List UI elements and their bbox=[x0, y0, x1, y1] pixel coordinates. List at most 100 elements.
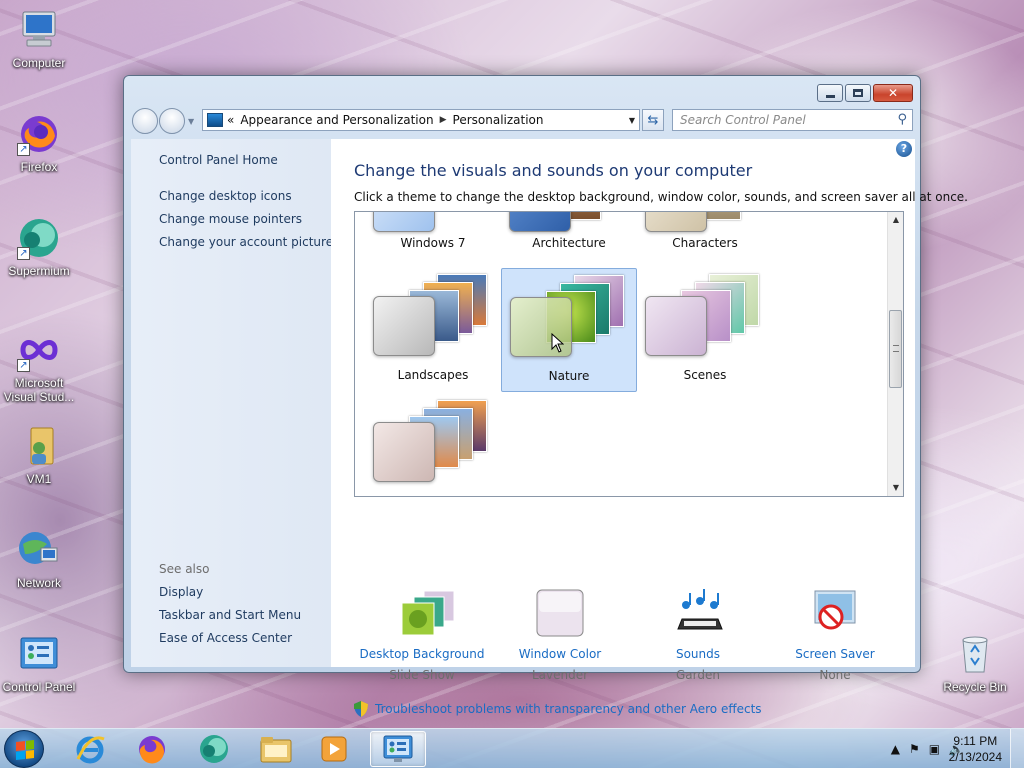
recent-pages-dropdown[interactable]: ▼ bbox=[188, 117, 194, 126]
window-color-swatch bbox=[645, 212, 707, 232]
screen-saver-icon bbox=[811, 589, 859, 637]
window-color-link[interactable]: Window Color bbox=[492, 647, 628, 661]
desktop-icon-computer[interactable]: Computer bbox=[0, 8, 78, 70]
theme-scenes[interactable]: Scenes bbox=[637, 268, 773, 392]
desktop-icon-firefox[interactable]: ↗ Firefox bbox=[0, 112, 78, 174]
theme-preview bbox=[365, 268, 501, 368]
desktop-background-value: Slide Show bbox=[389, 668, 455, 682]
control-panel-icon bbox=[207, 113, 223, 127]
troubleshoot-aero-link[interactable]: Troubleshoot problems with transparency … bbox=[354, 701, 762, 717]
desktop-icon-control-panel[interactable]: Control Panel bbox=[0, 632, 78, 694]
folder-icon bbox=[260, 737, 292, 763]
desktop-icon-network[interactable]: Network bbox=[0, 528, 78, 590]
taskbar-media-player[interactable] bbox=[306, 731, 362, 767]
window-color-swatch bbox=[373, 422, 435, 482]
desktop-icon-supermium[interactable]: ↗ Supermium bbox=[0, 216, 78, 278]
control-panel-icon bbox=[17, 632, 61, 676]
desktop-background-link[interactable]: Desktop Background bbox=[354, 647, 490, 661]
change-mouse-pointers-link[interactable]: Change mouse pointers bbox=[159, 212, 302, 226]
desktop-icon-label: Recycle Bin bbox=[943, 680, 1007, 694]
windows-logo-icon bbox=[16, 740, 34, 760]
desktop-icon-recycle-bin[interactable]: Recycle Bin bbox=[936, 632, 1014, 694]
theme-label: Nature bbox=[548, 369, 590, 383]
address-dropdown-icon[interactable]: ▼ bbox=[629, 116, 635, 125]
breadcrumb-appearance[interactable]: Appearance and Personalization bbox=[234, 113, 439, 127]
minimize-button[interactable] bbox=[817, 84, 843, 102]
clock-date: 2/13/2024 bbox=[948, 750, 1002, 764]
close-icon: ✕ bbox=[887, 86, 899, 100]
scroll-thumb[interactable] bbox=[889, 310, 902, 388]
firefox-icon bbox=[139, 736, 165, 764]
theme-list-scrollbar[interactable]: ▲ ▼ bbox=[887, 212, 903, 496]
mouse-pointer-icon bbox=[551, 333, 564, 353]
network-status-icon[interactable]: ▣ bbox=[929, 742, 940, 756]
theme-label: Scenes bbox=[683, 368, 727, 382]
taskbar-control-panel[interactable] bbox=[370, 731, 426, 767]
window-controls: ✕ bbox=[817, 84, 913, 102]
maximize-button[interactable] bbox=[845, 84, 871, 102]
screen-saver-link[interactable]: Screen Saver bbox=[767, 647, 903, 661]
theme-preview bbox=[502, 269, 636, 369]
shortcut-arrow-icon: ↗ bbox=[17, 247, 30, 260]
page-subtitle: Click a theme to change the desktop back… bbox=[354, 190, 968, 204]
theme-windows7[interactable]: Windows 7 bbox=[365, 212, 501, 258]
scroll-down-icon[interactable]: ▼ bbox=[888, 480, 903, 496]
action-center-flag-icon[interactable]: ⚑ bbox=[909, 742, 920, 756]
sounds-option[interactable]: Sounds Garden bbox=[630, 589, 766, 682]
ease-of-access-link[interactable]: Ease of Access Center bbox=[159, 631, 292, 645]
supermium-icon: ↗ bbox=[17, 216, 61, 260]
theme-unnamed[interactable] bbox=[365, 394, 501, 496]
breadcrumb-personalization[interactable]: Personalization bbox=[447, 113, 550, 127]
media-player-icon bbox=[321, 736, 347, 762]
desktop-background-option[interactable]: Desktop Background Slide Show bbox=[354, 589, 490, 682]
scroll-up-icon[interactable]: ▲ bbox=[888, 212, 903, 228]
desktop-icon-label: Network bbox=[16, 576, 61, 590]
screen-saver-option[interactable]: Screen Saver None bbox=[767, 589, 903, 682]
taskbar-clock[interactable]: 9:11 PM 2/13/2024 bbox=[949, 733, 1002, 765]
address-bar[interactable]: « Appearance and Personalization ▶ Perso… bbox=[202, 109, 640, 131]
search-icon[interactable]: ⚲ bbox=[897, 112, 907, 127]
start-button[interactable] bbox=[4, 730, 44, 768]
breadcrumb-overflow[interactable]: « bbox=[227, 113, 234, 127]
theme-nature[interactable]: Nature bbox=[501, 268, 637, 392]
personalization-window: ✕ ▼ « Appearance and Personalization ▶ P… bbox=[123, 75, 968, 717]
taskbar-start-menu-link[interactable]: Taskbar and Start Menu bbox=[159, 608, 301, 622]
control-panel-home-link[interactable]: Control Panel Home bbox=[159, 153, 278, 167]
taskbar-file-explorer[interactable] bbox=[248, 731, 304, 767]
theme-list[interactable]: Windows 7 Architecture Characters Landsc… bbox=[354, 211, 904, 497]
taskbar-supermium[interactable] bbox=[186, 731, 242, 767]
show-desktop-button[interactable] bbox=[1010, 729, 1024, 768]
help-icon[interactable]: ? bbox=[896, 141, 912, 157]
user-folder-icon bbox=[17, 424, 61, 468]
display-link[interactable]: Display bbox=[159, 585, 203, 599]
minimize-icon bbox=[825, 94, 835, 98]
window-color-swatch bbox=[373, 212, 435, 232]
refresh-button[interactable]: ⇆ bbox=[642, 109, 664, 131]
taskbar-internet-explorer[interactable] bbox=[62, 731, 118, 767]
theme-architecture[interactable]: Architecture bbox=[501, 212, 637, 258]
theme-label: Characters bbox=[672, 236, 738, 250]
theme-characters[interactable]: Characters bbox=[637, 212, 773, 258]
forward-button[interactable] bbox=[159, 108, 185, 134]
change-desktop-icons-link[interactable]: Change desktop icons bbox=[159, 189, 292, 203]
theme-preview bbox=[365, 212, 501, 236]
taskbar-firefox[interactable] bbox=[124, 731, 180, 767]
refresh-icon: ⇆ bbox=[647, 112, 659, 128]
sounds-link[interactable]: Sounds bbox=[630, 647, 766, 661]
desktop-icon-vm1[interactable]: VM1 bbox=[0, 424, 78, 486]
breadcrumb-separator-icon[interactable]: ▶ bbox=[440, 115, 447, 125]
theme-landscapes[interactable]: Landscapes bbox=[365, 268, 501, 392]
back-button[interactable] bbox=[132, 108, 158, 134]
window-color-option[interactable]: Window Color Lavender bbox=[492, 589, 628, 682]
desktop-icon-label: Computer bbox=[12, 56, 66, 70]
theme-preview bbox=[365, 394, 501, 494]
change-account-picture-link[interactable]: Change your account picture bbox=[159, 235, 333, 249]
show-hidden-icons-icon[interactable]: ▲ bbox=[891, 742, 900, 756]
desktop-icon-visual-studio[interactable]: ↗ Microsoft Visual Stud... bbox=[0, 328, 78, 404]
personalization-content: ? Change the visuals and sounds on your … bbox=[331, 139, 968, 717]
close-button[interactable]: ✕ bbox=[873, 84, 913, 102]
search-input[interactable]: Search Control Panel ⚲ bbox=[672, 109, 913, 131]
window-color-swatch bbox=[373, 296, 435, 356]
see-also-heading: See also bbox=[159, 562, 210, 576]
network-icon bbox=[17, 528, 61, 572]
